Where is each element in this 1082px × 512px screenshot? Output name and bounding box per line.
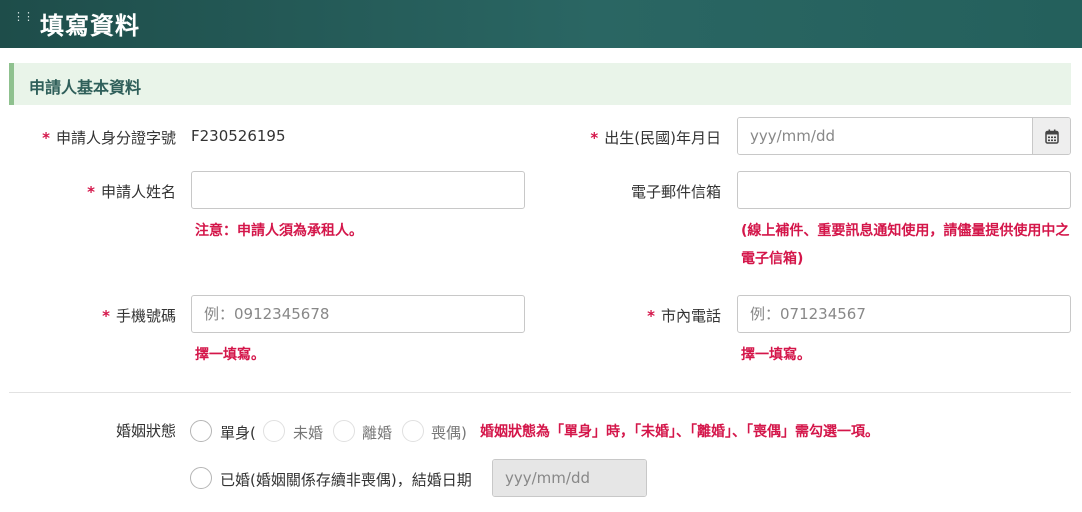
mobile-input[interactable] [191,295,525,333]
section-header: 申請人基本資料 [9,63,1071,105]
divider [9,392,1071,393]
drag-handle-icon[interactable]: ⋮⋮ [13,11,34,22]
radio-widowed-label: 喪偶) [431,424,467,442]
name-note: 注意：申請人須為承租人。 [195,223,363,239]
radio-unmarried[interactable] [263,420,285,442]
radio-single-label: 單身( [220,424,256,442]
mobile-note: 擇一填寫。 [195,347,265,363]
name-input[interactable] [191,171,525,209]
radio-married[interactable] [190,467,212,489]
birth-date-field [737,117,1071,155]
birth-label: * 出生(民國)年月日 [590,129,721,147]
marriage-date-field [492,459,647,497]
marriage-date-input[interactable] [493,460,646,496]
phone-label: * 市內電話 [647,307,721,325]
marital-note: 婚姻狀態為「單身」時，「未婚」、「離婚」、「喪偶」需勾選一項。 [480,424,879,440]
radio-unmarried-label: 未婚 [293,424,324,442]
radio-divorced-label: 離婚 [362,424,393,442]
required-mark: * [87,183,95,201]
radio-widowed[interactable] [402,420,424,442]
mobile-label: * 手機號碼 [102,307,176,325]
email-input[interactable] [737,171,1071,209]
required-mark: * [42,129,50,147]
email-note: (線上補件、重要訊息通知使用，請儘量提供使用中之電子信箱) [741,223,1070,267]
marital-label: 婚姻狀態 [115,422,176,440]
calendar-icon[interactable] [1032,118,1070,154]
phone-note: 擇一填寫。 [741,347,811,363]
radio-married-label: 已婚(婚姻關係存續非喪偶)，結婚日期 [220,471,472,489]
section-title: 申請人基本資料 [29,78,142,97]
phone-input[interactable] [737,295,1071,333]
birth-date-input[interactable] [738,118,1032,154]
required-mark: * [647,307,655,325]
radio-single[interactable] [190,420,212,442]
id-label: * 申請人身分證字號 [42,129,176,147]
name-label: * 申請人姓名 [87,183,176,201]
required-mark: * [102,307,110,325]
page-title: 填寫資料 [40,12,140,40]
radio-divorced[interactable] [333,420,355,442]
id-value: F230526195 [191,127,286,145]
email-label: 電子郵件信箱 [630,183,721,201]
top-bar: ⋮⋮ 填寫資料 [0,0,1082,48]
required-mark: * [590,129,599,147]
